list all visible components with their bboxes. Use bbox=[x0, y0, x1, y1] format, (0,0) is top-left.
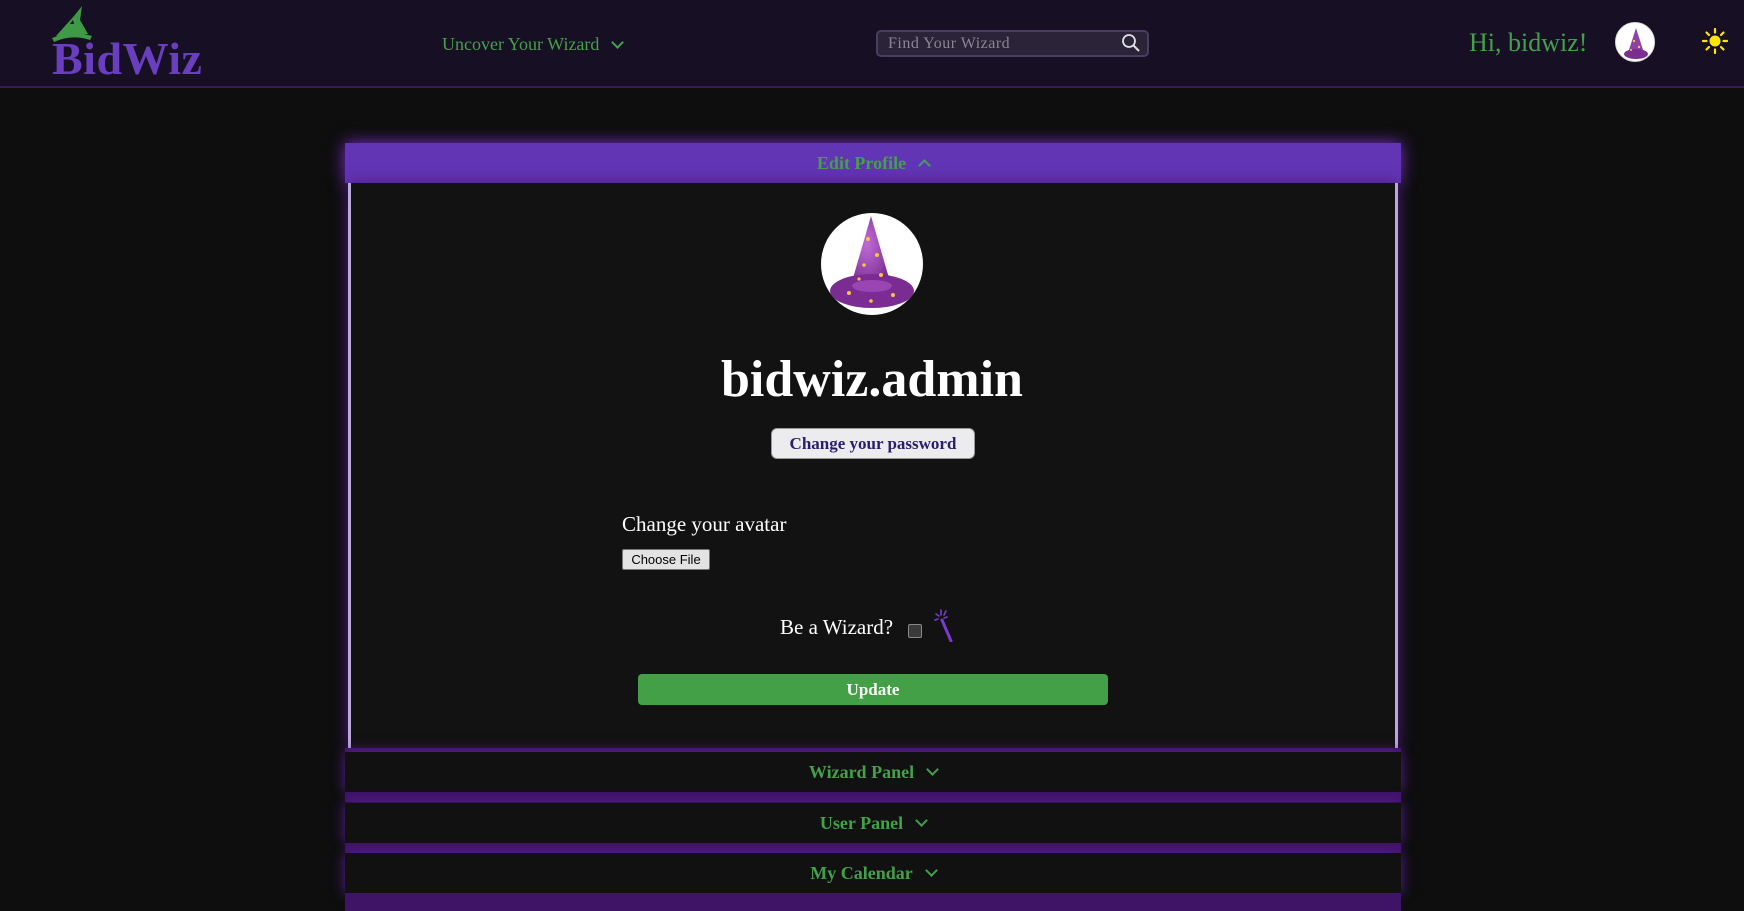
magic-wand-icon bbox=[934, 609, 953, 642]
wizard-hat-avatar-icon bbox=[1624, 28, 1648, 59]
edit-profile-panel-header[interactable]: Edit Profile bbox=[345, 143, 1401, 183]
user-greeting: Hi, bidwiz! bbox=[1469, 28, 1588, 57]
brand-logo[interactable]: BidWiz bbox=[52, 6, 212, 82]
panel-title: User Panel bbox=[819, 812, 904, 833]
chevron-down-icon bbox=[924, 864, 938, 877]
search-icon[interactable] bbox=[1121, 33, 1141, 53]
top-navbar: BidWiz Uncover Your Wizard Hi, bidwiz! bbox=[0, 0, 1744, 88]
panel-title: My Calendar bbox=[810, 862, 913, 883]
my-calendar-panel-header[interactable]: My Calendar bbox=[345, 853, 1401, 893]
panel-divider bbox=[345, 843, 1401, 853]
update-button[interactable]: Update bbox=[638, 674, 1108, 705]
brand-name: BidWiz bbox=[52, 33, 203, 84]
chevron-down-icon bbox=[915, 814, 928, 827]
profile-avatar bbox=[821, 213, 923, 315]
dropdown-label: Uncover Your Wizard bbox=[442, 34, 600, 54]
chevron-up-icon bbox=[918, 159, 931, 172]
panel-divider bbox=[345, 893, 1401, 911]
panel-title: Edit Profile bbox=[816, 152, 907, 173]
choose-file-button[interactable]: Choose File bbox=[622, 549, 710, 570]
uncover-wizard-dropdown[interactable]: Uncover Your Wizard bbox=[442, 34, 625, 55]
change-password-button[interactable]: Change your password bbox=[771, 428, 975, 459]
be-a-wizard-checkbox[interactable] bbox=[908, 624, 922, 638]
be-a-wizard-label: Be a Wizard? bbox=[780, 615, 894, 639]
wizard-panel-header[interactable]: Wizard Panel bbox=[345, 752, 1401, 792]
search-input[interactable] bbox=[888, 34, 1113, 54]
panel-title: Wizard Panel bbox=[808, 761, 915, 782]
profile-username: bidwiz.admin bbox=[721, 351, 1023, 408]
user-panel-header[interactable]: User Panel bbox=[345, 803, 1401, 843]
wizard-hat-avatar-icon bbox=[830, 216, 914, 308]
sun-icon[interactable] bbox=[1702, 28, 1728, 54]
change-avatar-label: Change your avatar bbox=[622, 512, 787, 536]
search-bar bbox=[876, 30, 1149, 57]
chevron-down-icon bbox=[926, 763, 939, 776]
chevron-down-icon bbox=[611, 35, 625, 49]
avatar[interactable] bbox=[1615, 22, 1655, 62]
panel-divider bbox=[345, 792, 1401, 802]
